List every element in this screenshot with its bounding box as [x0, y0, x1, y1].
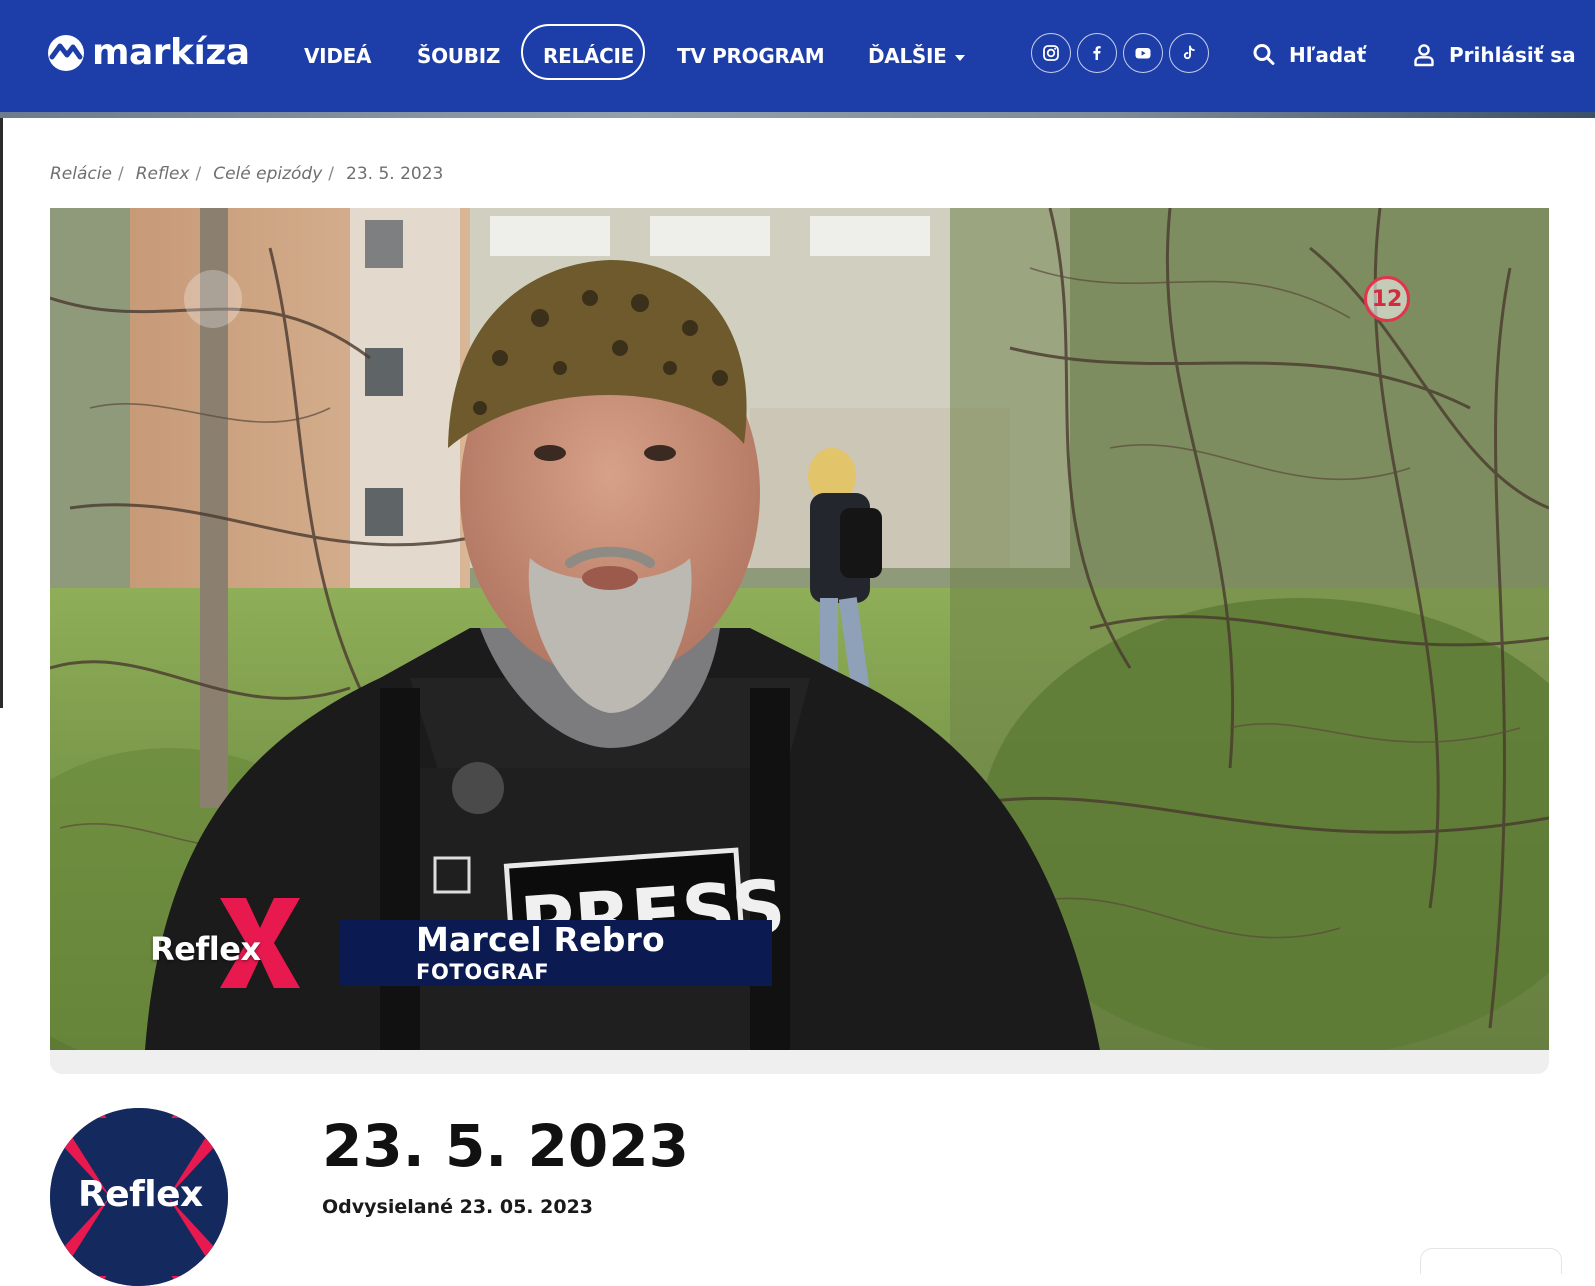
episode-aired-date: Odvysielané 23. 05. 2023	[322, 1196, 594, 1218]
facebook-icon	[1093, 46, 1101, 60]
login-label: Prihlásiť sa	[1449, 43, 1576, 67]
breadcrumb-link-relacie[interactable]: Relácie	[50, 164, 112, 184]
video-player-container: PRESS 12 Reflex Marcel Rebro FOTOGRAF	[50, 208, 1549, 1074]
breadcrumb-current: 23. 5. 2023	[346, 164, 444, 184]
nav-item-dalsie-label: ĎALŠIE	[868, 44, 947, 68]
page-left-rule	[0, 118, 3, 708]
markiza-logo-text: markíza	[92, 32, 250, 73]
markiza-logo-icon	[48, 35, 84, 71]
nav-item-tv-program[interactable]: TV PROGRAM	[677, 42, 825, 70]
chevron-down-icon	[954, 54, 965, 61]
nav-item-dalsie[interactable]: ĎALŠIE	[868, 42, 965, 70]
user-icon	[1414, 44, 1434, 67]
age-rating-badge: 12	[1364, 276, 1410, 322]
tiktok-icon	[1183, 45, 1195, 60]
search-label: Hľadať	[1289, 43, 1367, 67]
search-icon	[1253, 44, 1275, 65]
header-bottom-strip	[0, 112, 1595, 118]
lower-third-show-name: Reflex	[150, 930, 261, 968]
top-navigation-bar: markíza VIDEÁ ŠOUBIZ RELÁCIE TV PROGRAM …	[0, 0, 1595, 112]
lower-third-person-role: FOTOGRAF	[416, 960, 550, 984]
breadcrumb-separator: /	[328, 164, 335, 184]
breadcrumb: Relácie / Reflex / Celé epizódy/ 23. 5. 20…	[50, 164, 443, 184]
channel-logo-watermark	[184, 270, 242, 328]
search-button[interactable]: Hľadať	[1251, 40, 1366, 70]
show-logo[interactable]: Reflex	[50, 1108, 228, 1286]
markiza-logo[interactable]: markíza	[46, 30, 250, 76]
breadcrumb-link-cele-epizody[interactable]: Celé epizódy	[213, 164, 322, 184]
breadcrumb-separator: /	[195, 164, 202, 184]
lower-third-person-name: Marcel Rebro	[416, 920, 665, 959]
episode-title: 23. 5. 2023	[322, 1112, 689, 1180]
nav-item-soubiz[interactable]: ŠOUBIZ	[417, 42, 500, 70]
partial-button-outline	[1420, 1248, 1562, 1274]
instagram-icon	[1043, 45, 1059, 61]
login-button[interactable]: Prihlásiť sa	[1411, 40, 1576, 70]
breadcrumb-separator: /	[117, 164, 124, 184]
nav-item-videa[interactable]: VIDEÁ	[304, 42, 371, 70]
show-logo-text: Reflex	[78, 1174, 203, 1215]
video-player[interactable]: PRESS 12 Reflex Marcel Rebro FOTOGRAF	[50, 208, 1549, 1050]
youtube-link[interactable]	[1123, 33, 1163, 73]
nav-item-relacie[interactable]: RELÁCIE	[543, 42, 634, 70]
breadcrumb-link-reflex[interactable]: Reflex	[136, 164, 190, 184]
lower-third-caption: Reflex Marcel Rebro FOTOGRAF	[150, 908, 772, 988]
facebook-link[interactable]	[1077, 33, 1117, 73]
instagram-link[interactable]	[1031, 33, 1071, 73]
youtube-icon	[1135, 48, 1151, 59]
tiktok-link[interactable]	[1169, 33, 1209, 73]
